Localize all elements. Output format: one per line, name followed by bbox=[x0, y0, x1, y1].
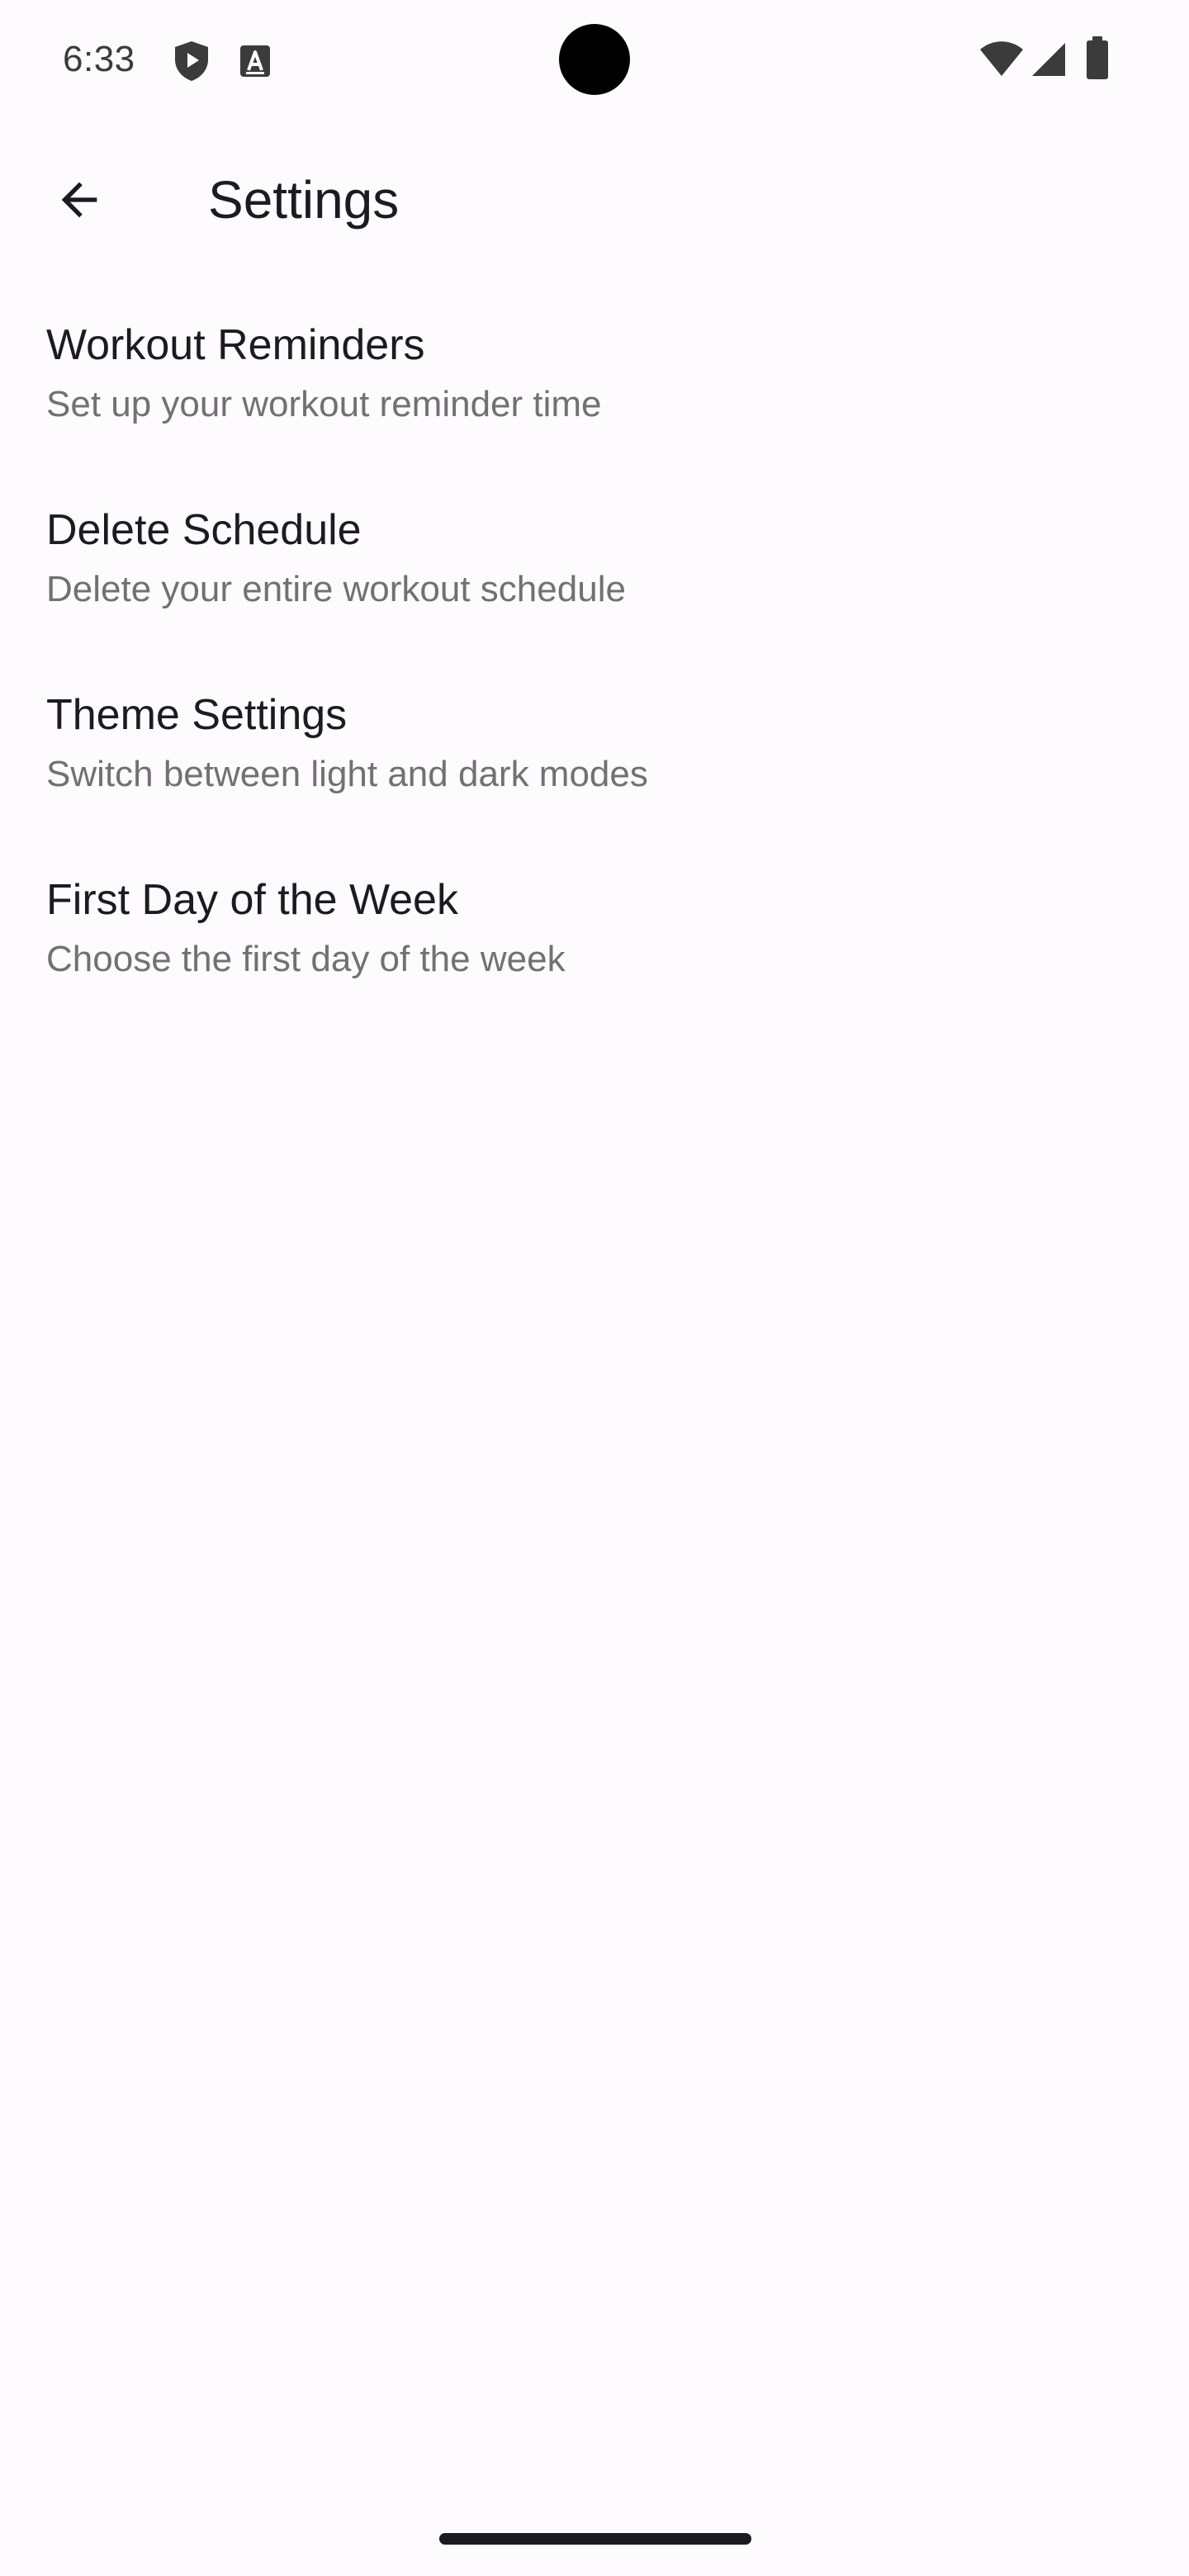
arrow-back-icon bbox=[61, 182, 97, 218]
item-title: Delete Schedule bbox=[46, 506, 362, 554]
settings-screen: 6:33 Settings Workout Reminders Set up y… bbox=[0, 0, 1189, 2576]
settings-item-first-day-of-week[interactable]: First Day of the Week Choose the first d… bbox=[0, 847, 1189, 1032]
wifi-icon bbox=[980, 41, 1023, 76]
top-app-bar: Settings bbox=[0, 119, 1189, 281]
item-subtitle: Switch between light and dark modes bbox=[46, 754, 648, 794]
item-title: Theme Settings bbox=[46, 691, 348, 739]
settings-item-workout-reminders[interactable]: Workout Reminders Set up your workout re… bbox=[0, 292, 1189, 477]
text-a-icon bbox=[240, 45, 270, 77]
item-title: Workout Reminders bbox=[46, 321, 425, 369]
settings-item-delete-schedule[interactable]: Delete Schedule Delete your entire worko… bbox=[0, 477, 1189, 662]
settings-list: Workout Reminders Set up your workout re… bbox=[0, 292, 1189, 1032]
item-subtitle: Choose the first day of the week bbox=[46, 939, 566, 979]
item-title: First Day of the Week bbox=[46, 876, 458, 924]
status-time: 6:33 bbox=[63, 39, 135, 79]
status-bar: 6:33 bbox=[0, 0, 1189, 119]
item-subtitle: Delete your entire workout schedule bbox=[46, 569, 626, 609]
gesture-navigation-handle[interactable] bbox=[439, 2533, 751, 2545]
back-button[interactable] bbox=[33, 154, 126, 246]
settings-item-theme-settings[interactable]: Theme Settings Switch between light and … bbox=[0, 662, 1189, 847]
camera-cutout bbox=[559, 24, 630, 95]
item-subtitle: Set up your workout reminder time bbox=[46, 384, 602, 424]
battery-icon bbox=[1087, 36, 1108, 79]
page-title: Settings bbox=[208, 170, 400, 230]
shield-play-icon bbox=[175, 41, 208, 81]
cellular-signal-icon bbox=[1032, 43, 1065, 76]
